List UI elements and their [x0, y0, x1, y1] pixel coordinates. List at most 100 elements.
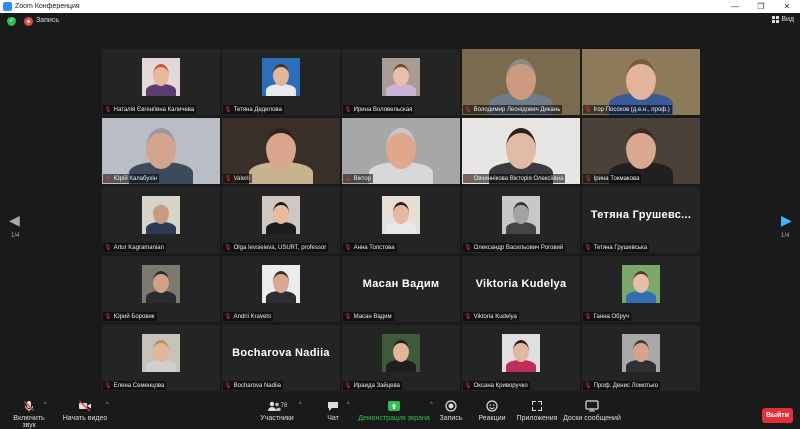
- title-bar: Zoom Конференция — ❐ ✕: [0, 0, 800, 13]
- participant-name: Наталія Євгеніївна Каличева: [113, 106, 195, 113]
- participant-name: Масан Вадим: [353, 313, 392, 320]
- apps-button[interactable]: Приложения: [514, 400, 560, 422]
- participant-name-label: 🎙 Юрій Калабухін: [103, 174, 159, 183]
- muted-mic-icon: 🎙: [464, 107, 472, 113]
- participant-tile[interactable]: 🎙 Valerii: [222, 118, 340, 184]
- muted-mic-icon: 🎙: [344, 176, 352, 182]
- muted-mic-icon: 🎙: [584, 245, 592, 251]
- participant-avatar: [262, 265, 300, 303]
- participant-name-label: 🎙 Ігор Посохов (д.е.н., проф.): [583, 105, 672, 114]
- meeting-status-bar: ✓ Запись Вид: [0, 13, 800, 30]
- share-caret-icon[interactable]: ^: [430, 402, 433, 408]
- participant-tile[interactable]: 🎙 Наталія Євгеніївна Каличева: [102, 49, 220, 115]
- grid-view-icon: [772, 16, 780, 23]
- participant-avatar: [622, 334, 660, 372]
- participant-tile[interactable]: 🎙 Юрий Боровик: [102, 256, 220, 322]
- participant-tile[interactable]: 🎙 Оксана Криворучко: [462, 325, 580, 391]
- start-video-button[interactable]: Начать видео: [62, 400, 108, 422]
- participant-tile[interactable]: 🎙 Анна Толстова: [342, 187, 460, 253]
- reactions-button[interactable]: Реакции: [476, 400, 508, 422]
- share-screen-icon: [358, 400, 430, 412]
- participants-icon: 78: [255, 400, 299, 412]
- muted-mic-icon: 🎙: [104, 176, 112, 182]
- close-icon[interactable]: ✕: [774, 0, 800, 13]
- participants-caret-icon[interactable]: ^: [299, 402, 302, 408]
- participant-name-label: 🎙 Олександр Васильович Роговий: [463, 243, 566, 252]
- participant-gallery: 🎙 Наталія Євгеніївна Каличева 🎙 Тетяна Деди…: [102, 49, 700, 391]
- muted-mic-icon: 🎙: [344, 314, 352, 320]
- participant-tile[interactable]: 🎙 Ганна Обруч: [582, 256, 700, 322]
- participant-tile[interactable]: 🎙 Andrii Kravets: [222, 256, 340, 322]
- chat-caret-icon[interactable]: ^: [347, 402, 350, 408]
- participant-tile[interactable]: 🎙 Віктор: [342, 118, 460, 184]
- muted-mic-icon: 🎙: [584, 314, 592, 320]
- participant-tile[interactable]: 🎙 Олександр Васильович Роговий: [462, 187, 580, 253]
- view-button[interactable]: Вид: [772, 16, 794, 23]
- chat-button[interactable]: Чат: [322, 400, 344, 422]
- participant-tile[interactable]: 🎙 Ирина Воловельская: [342, 49, 460, 115]
- participant-name-label: 🎙 Юрий Боровик: [103, 312, 157, 321]
- participant-name: Олександр Васильович Роговий: [473, 244, 564, 251]
- participants-button[interactable]: 78 Участники: [255, 400, 299, 422]
- whiteboard-icon: [562, 400, 622, 412]
- participant-name-label: 🎙 Ирина Воловельская: [343, 105, 415, 114]
- participant-name-label: 🎙 Масан Вадим: [343, 312, 394, 321]
- leave-meeting-button[interactable]: Выйти: [762, 408, 793, 423]
- participant-name-label: 🎙 Віктор: [343, 174, 374, 183]
- participant-avatar: [142, 265, 180, 303]
- participant-name-label: 🎙 Viktoria Kudelya: [463, 312, 519, 321]
- share-screen-button[interactable]: Демонстрация экрана: [358, 400, 430, 422]
- participant-name: Проф. Денис Ломотько: [593, 382, 659, 389]
- participant-name: Artur Kagramanian: [113, 244, 164, 251]
- participant-name: Володимир Леонідович Дикань: [473, 106, 561, 113]
- participant-avatar: [142, 334, 180, 372]
- participant-name: Оксана Криворучко: [473, 382, 528, 389]
- participant-display-name: Bocharova Nadiia: [232, 347, 330, 359]
- participant-tile[interactable]: 🎙 Ігор Посохов (д.е.н., проф.): [582, 49, 700, 115]
- participant-name-label: 🎙 Оксана Криворучко: [463, 381, 530, 390]
- participant-name: Елена Семенцова: [113, 382, 165, 389]
- muted-mic-icon: 🎙: [584, 176, 592, 182]
- participant-tile[interactable]: Viktoria Kudelya 🎙 Viktoria Kudelya: [462, 256, 580, 322]
- participant-name-label: 🎙 Ірина Токмакова: [583, 174, 642, 183]
- participant-tile[interactable]: Bocharova Nadiia 🎙 Bocharova Nadiia: [222, 325, 340, 391]
- participant-name: Тетяна Дедилова: [233, 106, 282, 113]
- participant-tile[interactable]: 🎙 Овчиннікова Вікторія Олексіївна: [462, 118, 580, 184]
- participant-name: Юрій Калабухін: [113, 175, 157, 182]
- participant-name-label: 🎙 Valerii: [223, 174, 252, 183]
- participant-tile[interactable]: 🎙 Юрій Калабухін: [102, 118, 220, 184]
- participant-tile[interactable]: Масан Вадим 🎙 Масан Вадим: [342, 256, 460, 322]
- participant-tile[interactable]: 🎙 Проф. Денис Ломотько: [582, 325, 700, 391]
- apps-icon: [514, 400, 560, 412]
- muted-mic-icon: 🎙: [224, 314, 232, 320]
- participant-name-label: 🎙 Тетяна Дедилова: [223, 105, 284, 114]
- window-title: Zoom Конференция: [15, 3, 80, 10]
- participant-name: Ираида Зайцева: [353, 382, 400, 389]
- recording-icon[interactable]: [24, 17, 33, 26]
- participant-tile[interactable]: 🎙 Тетяна Дедилова: [222, 49, 340, 115]
- video-options-caret-icon[interactable]: ^: [106, 402, 109, 408]
- next-page-arrow-icon[interactable]: ▶: [781, 212, 792, 229]
- prev-page-arrow-icon[interactable]: ◀: [9, 212, 20, 229]
- minimize-icon[interactable]: —: [722, 0, 748, 13]
- security-shield-icon[interactable]: ✓: [7, 17, 16, 26]
- participant-name-label: 🎙 Тетяна Грушевська: [583, 243, 650, 252]
- participant-name-label: 🎙 Andrii Kravets: [223, 312, 273, 321]
- muted-mic-icon: 🎙: [224, 107, 232, 113]
- participant-name: Тетяна Грушевська: [593, 244, 648, 251]
- participant-tile[interactable]: 🎙 Ірина Токмакова: [582, 118, 700, 184]
- muted-mic-icon: 🎙: [464, 314, 472, 320]
- audio-options-caret-icon[interactable]: ^: [44, 402, 47, 408]
- record-button[interactable]: Запись: [437, 400, 465, 422]
- participant-tile[interactable]: 🎙 Елена Семенцова: [102, 325, 220, 391]
- participant-tile[interactable]: 🎙 Ираида Зайцева: [342, 325, 460, 391]
- participant-tile[interactable]: 🎙 Artur Kagramanian: [102, 187, 220, 253]
- whiteboards-button[interactable]: Доски сообщений: [562, 400, 622, 422]
- chat-icon: [322, 400, 344, 412]
- muted-mic-icon: 🎙: [224, 176, 232, 182]
- participant-tile[interactable]: Тетяна Грушевс... 🎙 Тетяна Грушевська: [582, 187, 700, 253]
- participant-avatar: [142, 196, 180, 234]
- maximize-icon[interactable]: ❐: [748, 0, 774, 13]
- participant-tile[interactable]: 🎙 Володимир Леонідович Дикань: [462, 49, 580, 115]
- participant-tile[interactable]: 🎙 Olga Ievsieieva, USURT, professor: [222, 187, 340, 253]
